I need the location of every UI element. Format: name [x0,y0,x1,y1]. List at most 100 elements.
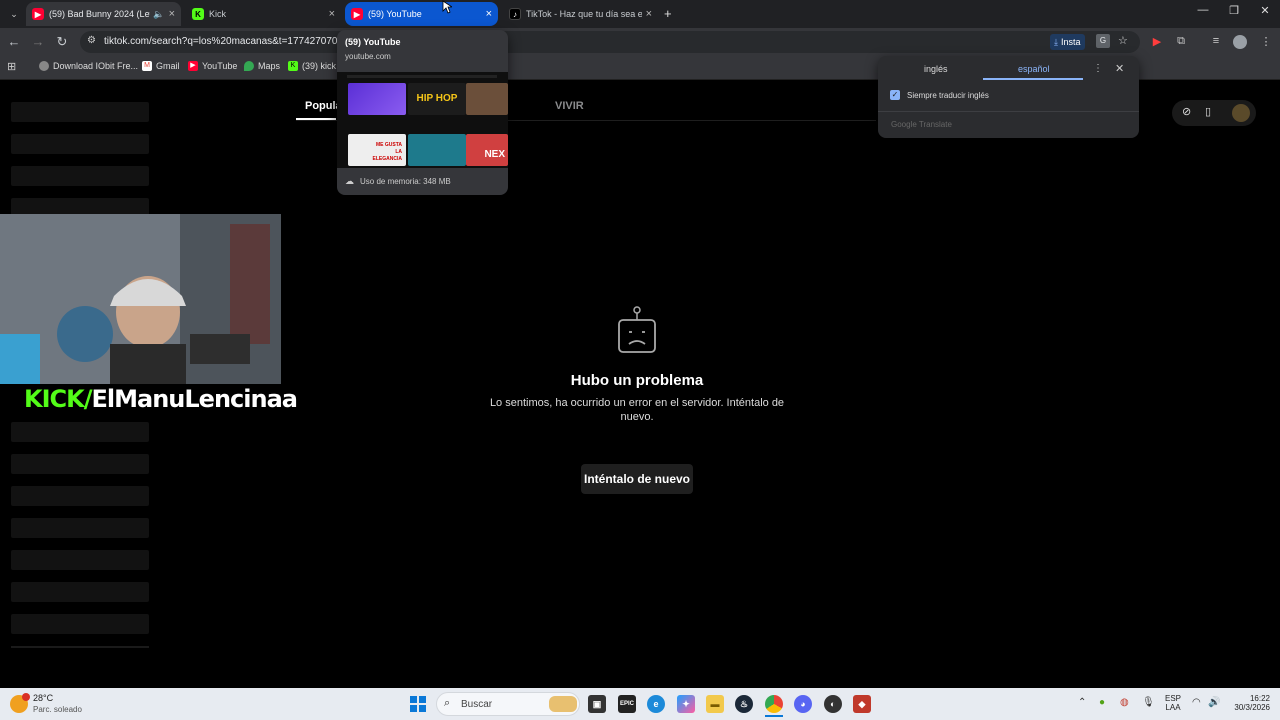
new-tab-icon[interactable]: + [664,6,672,21]
file-explorer-icon[interactable]: ▬ [706,695,724,713]
minimize-icon[interactable]: — [1188,4,1218,16]
microphone-icon[interactable]: 🎙 [1142,697,1155,708]
bookmark-star-icon[interactable]: ☆ [1118,34,1128,47]
skeleton-row [11,134,149,154]
game-app-icon[interactable]: ◆ [853,695,871,713]
tray-security-icon[interactable]: ◍ [1120,697,1129,708]
language-indicator[interactable]: ESP LAA [1161,694,1185,712]
error-title: Hubo un problema [570,372,704,389]
skeleton-row [11,166,149,186]
always-translate-checkbox[interactable]: ✓ [890,90,900,100]
speaker-icon[interactable]: 🔈 [153,9,164,20]
close-window-icon[interactable]: ✕ [1250,4,1280,17]
media-queue-icon[interactable]: ≡ [1209,35,1223,49]
edge-icon[interactable]: e [647,695,665,713]
stream-overlay-text: KICK/ElManuLencinaa [24,385,298,413]
volume-icon[interactable]: 🔊 [1208,697,1220,708]
site-info-icon[interactable]: ⚙ [87,35,96,46]
windows-start-icon[interactable] [410,696,426,712]
steam-icon[interactable]: ♨ [735,695,753,713]
task-view-icon[interactable]: ▣ [588,695,606,713]
tab-hover-card: (59) YouTube youtube.com HIP HOP ME GUST… [337,30,508,195]
active-tab-underline [983,78,1083,80]
error-message: Lo sentimos, ha ocurrido un error en el … [489,397,785,423]
youtube-icon: ▶ [188,61,198,71]
bookmark-gmail[interactable]: M Gmail [142,61,180,71]
kick-icon: K [192,8,204,20]
address-bar[interactable]: ⚙ tiktok.com/search?q=los%20macanas&t=17… [80,31,1140,53]
tab-kick[interactable]: K Kick × [186,2,341,26]
search-icon: ⌕ [444,697,451,709]
app-icon[interactable]: ◐ [824,695,842,713]
bookmark-iobit[interactable]: Download IObit Fre... [39,61,138,71]
tab-search-chevron-icon[interactable]: ⌄ [6,6,22,22]
gmail-icon: M [142,61,152,71]
close-tab-icon[interactable]: × [169,8,175,20]
top-right-actions: ⊘ ▯ [1172,100,1256,126]
tab-youtube[interactable]: ▶ (59) YouTube × [345,2,498,26]
tab-bad-bunny[interactable]: ▶ (59) Bad Bunny 2024 (Letras 🔈 × [26,2,181,26]
translate-menu-icon[interactable]: ⋮ [1093,63,1103,74]
extensions-puzzle-icon[interactable]: ⧉ [1174,35,1188,49]
translate-target-tab[interactable]: español [1018,64,1050,74]
skeleton-row [11,486,149,506]
tab-tiktok[interactable]: ♪ TikTok - Haz que tu día sea esp × [503,2,658,26]
reload-icon[interactable]: ↻ [53,34,71,50]
download-icon: ⤓ [1054,36,1058,47]
profile-avatar[interactable] [1233,35,1247,49]
maps-icon [244,61,254,71]
close-tab-icon[interactable]: × [486,8,492,20]
close-tab-icon[interactable]: × [646,8,652,20]
user-avatar[interactable] [1232,104,1250,122]
wifi-icon[interactable]: ◠ [1192,697,1201,708]
skeleton-row [11,614,149,634]
video-thumbnail [348,83,406,115]
clock[interactable]: 16:22 30/3/2026 [1228,694,1270,712]
alert-badge [22,693,30,701]
skeleton-row [11,102,149,122]
kick-icon: K [288,61,298,71]
tray-app-icon[interactable]: ● [1099,697,1105,708]
memory-icon: ☁ [345,176,354,186]
copilot-icon[interactable]: ✦ [677,695,695,713]
streamer-video [0,214,281,384]
youtube-icon: ▶ [351,8,363,20]
insta-extension-button[interactable]: ⤓ Insta [1050,34,1085,50]
extension-play-icon[interactable]: ▶ [1150,35,1164,49]
chrome-icon[interactable] [765,695,783,713]
video-thumbnail: NEX [466,134,508,166]
divider [11,646,149,648]
tiktok-icon: ♪ [509,8,521,20]
iobit-icon [39,61,49,71]
translate-source-tab[interactable]: inglés [924,64,948,74]
tab-vivir[interactable]: VIVIR [555,100,584,112]
show-hidden-icons-chevron[interactable]: ⌃ [1078,697,1086,708]
mobile-device-icon[interactable]: ▯ [1205,105,1211,118]
taskbar-search[interactable]: ⌕ Buscar [436,692,580,716]
restore-icon[interactable]: ❐ [1219,4,1249,17]
apps-grid-icon[interactable]: ⊞ [7,60,16,73]
preview-header [347,75,497,78]
forward-icon[interactable]: → [29,34,47,49]
skeleton-row [11,550,149,570]
bookmark-youtube[interactable]: ▶ YouTube [188,61,237,71]
translate-footer: Google Translate [878,111,1139,138]
skeleton-row [11,518,149,538]
menu-kebab-icon[interactable]: ⋮ [1259,35,1273,49]
close-tab-icon[interactable]: × [329,8,335,20]
discord-icon[interactable]: ◕ [794,695,812,713]
memory-usage: ☁ Uso de memoria: 348 MB [345,176,451,186]
bookmark-kick[interactable]: K (39) kick [288,61,336,71]
video-thumbnail: HIP HOP [408,83,466,115]
close-icon[interactable]: ✕ [1115,62,1124,75]
bookmark-maps[interactable]: Maps [244,61,280,71]
back-icon[interactable]: ← [5,34,23,49]
retry-button[interactable]: Inténtalo de nuevo [581,464,693,494]
epic-games-icon[interactable]: EPIC [618,695,636,713]
video-thumbnail [466,83,508,115]
compass-icon[interactable]: ⊘ [1182,105,1191,118]
translate-icon[interactable]: G [1096,34,1110,48]
webcam-overlay [0,214,281,384]
mouse-cursor-icon [442,0,452,14]
youtube-icon: ▶ [32,8,44,20]
